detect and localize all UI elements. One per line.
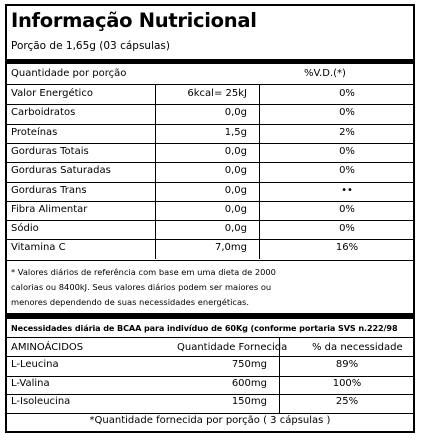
bcaa-header-name: AMINOÁCIDOS xyxy=(11,342,84,353)
nutrient-amount: 0,0g xyxy=(224,223,247,235)
column-divider xyxy=(155,85,156,259)
amino-acid-name: L-Valina xyxy=(11,377,50,389)
nutrient-amount: 0,0g xyxy=(224,184,247,196)
nutrient-daily-value: 16% xyxy=(335,242,359,254)
nutrient-daily-value: 0% xyxy=(339,88,355,99)
bcaa-title: Necessidades diária de BCAA para indivíd… xyxy=(11,323,398,333)
nutrient-amount: 1,5g xyxy=(224,126,247,138)
nutrient-row: Valor Energético 6kcal= 25kJ 0% xyxy=(7,85,413,104)
amino-acid-quantity: 150mg xyxy=(231,396,267,408)
bcaa-row: L-Valina 600mg 100% xyxy=(7,376,413,394)
thick-divider xyxy=(7,313,413,319)
amino-acid-percent: 100% xyxy=(332,377,362,389)
nutrient-row: Gorduras Saturadas 0,0g 0% xyxy=(7,162,413,181)
daily-value-footnote: * Valores diários de referência com base… xyxy=(11,267,276,307)
nutrient-label: Proteínas xyxy=(11,126,58,138)
nutrient-row: Vitamina C 7,0mg 16% xyxy=(7,239,413,258)
nutrient-daily-value: 0% xyxy=(339,107,355,119)
bcaa-row: L-Isoleucina 150mg 25% xyxy=(7,394,413,412)
bcaa-footnote: *Quantidade fornecida por porção ( 3 cáp… xyxy=(89,415,331,426)
nutrient-amount: 0,0g xyxy=(224,145,247,157)
nutrient-row: Fibra Alimentar 0,0g 0% xyxy=(7,201,413,220)
amino-acid-percent: 89% xyxy=(335,359,359,370)
daily-value-header: %V.D.(*) xyxy=(304,68,346,79)
page-title: Informação Nutricional xyxy=(11,9,257,32)
nutrient-amount: 0,0g xyxy=(224,107,247,119)
bcaa-header-quantity: Quantidade Fornecida xyxy=(177,342,288,353)
nutrient-row: Sódio 0,0g 0% xyxy=(7,220,413,239)
nutrient-label: Valor Energético xyxy=(11,88,93,99)
amino-acid-percent: 25% xyxy=(335,396,359,408)
nutrient-daily-value: 2% xyxy=(339,126,355,138)
nutrient-row: Proteínas 1,5g 2% xyxy=(7,124,413,143)
nutrient-amount: 0,0g xyxy=(224,165,247,177)
serving-size: Porção de 1,65g (03 cápsulas) xyxy=(11,40,170,52)
quantity-header: Quantidade por porção xyxy=(11,68,127,79)
divider xyxy=(7,337,413,338)
column-divider xyxy=(259,85,260,259)
nutrient-amount: 6kcal= 25kJ xyxy=(187,88,247,99)
divider xyxy=(7,413,413,414)
nutrient-row: Gorduras Totais 0,0g 0% xyxy=(7,143,413,162)
nutrient-label: Gorduras Saturadas xyxy=(11,165,111,177)
divider xyxy=(7,260,413,261)
nutrient-label: Fibra Alimentar xyxy=(11,203,88,215)
amino-acid-name: L-Isoleucina xyxy=(11,396,71,408)
nutrient-daily-value: 0% xyxy=(339,165,355,177)
amino-acid-name: L-Leucina xyxy=(11,359,59,370)
nutrient-label: Carboidratos xyxy=(11,107,76,119)
nutrient-daily-value: 0% xyxy=(339,203,355,215)
nutrient-amount: 0,0g xyxy=(224,203,247,215)
bcaa-header-percent: % da necessidade xyxy=(312,342,403,353)
nutrient-row: Carboidratos 0,0g 0% xyxy=(7,104,413,123)
nutrient-label: Sódio xyxy=(11,223,39,235)
thick-divider xyxy=(7,59,413,64)
nutrient-daily-value: 0% xyxy=(339,223,355,235)
nutrient-label: Gorduras Totais xyxy=(11,145,89,157)
amino-acid-quantity: 600mg xyxy=(231,377,267,389)
nutrient-row: Gorduras Trans 0,0g •• xyxy=(7,182,413,201)
nutrient-daily-value: 0% xyxy=(339,145,355,157)
nutrition-facts-panel: Informação Nutricional Porção de 1,65g (… xyxy=(5,4,415,433)
nutrient-label: Gorduras Trans xyxy=(11,184,87,196)
nutrient-label: Vitamina C xyxy=(11,242,66,254)
column-divider xyxy=(279,338,280,413)
nutrient-amount: 7,0mg xyxy=(215,242,247,254)
nutrient-daily-value: •• xyxy=(341,184,353,196)
bcaa-row: L-Leucina 750mg 89% xyxy=(7,357,413,375)
amino-acid-quantity: 750mg xyxy=(231,359,267,370)
